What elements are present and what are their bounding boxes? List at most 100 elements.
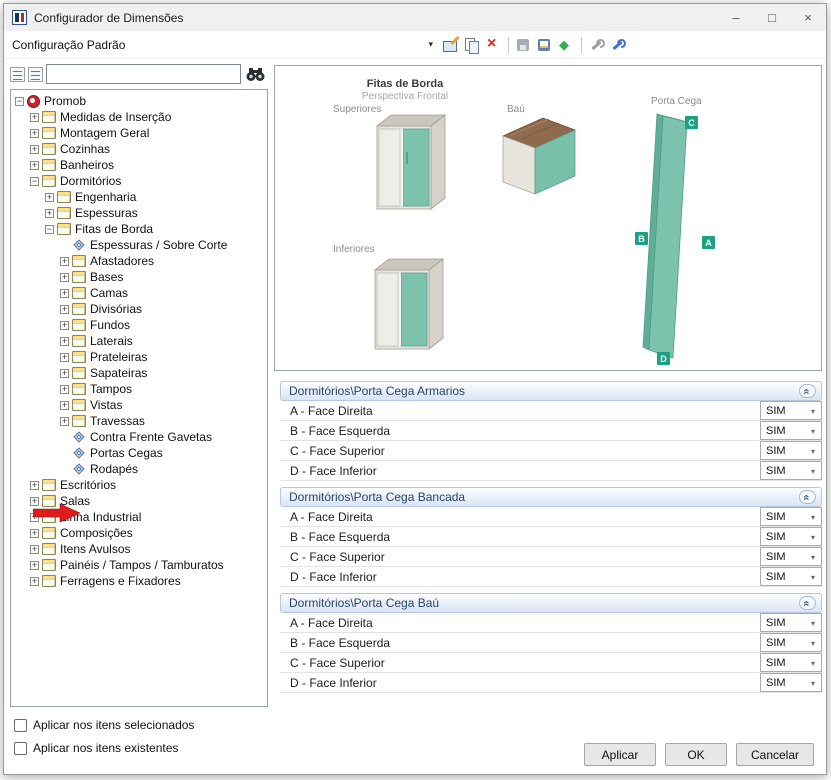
tree-item-montagem-geral[interactable]: +Montagem Geral: [11, 125, 267, 141]
tree-item-fitas-de-borda[interactable]: −Fitas de Borda: [11, 221, 267, 237]
expand-node-icon[interactable]: +: [60, 401, 69, 410]
expand-node-icon[interactable]: +: [30, 561, 39, 570]
delete-config-icon[interactable]: [484, 37, 502, 53]
value-dropdown[interactable]: SIM: [760, 441, 822, 460]
search-button[interactable]: [244, 64, 268, 84]
tree-item-afastadores[interactable]: +Afastadores: [11, 253, 267, 269]
dropdown-arrow-icon[interactable]: [808, 465, 818, 477]
expand-node-icon[interactable]: +: [30, 513, 39, 522]
dropdown-arrow-icon[interactable]: [808, 511, 818, 523]
collapse-section-icon[interactable]: [799, 596, 816, 610]
expand-node-icon[interactable]: +: [30, 481, 39, 490]
value-dropdown[interactable]: SIM: [760, 421, 822, 440]
value-dropdown[interactable]: SIM: [760, 507, 822, 526]
tree-item-camas[interactable]: +Camas: [11, 285, 267, 301]
expand-node-icon[interactable]: +: [60, 369, 69, 378]
collapse-tree-icon[interactable]: [28, 67, 43, 82]
tool-blue-icon[interactable]: [609, 37, 627, 53]
tree-item-paineis-tampos-tamburatos[interactable]: +Painéis / Tampos / Tamburatos: [11, 557, 267, 573]
tree-item-travessas[interactable]: +Travessas: [11, 413, 267, 429]
save-icon[interactable]: [515, 37, 533, 53]
tree-item-contra-frente-gavetas[interactable]: Contra Frente Gavetas: [11, 429, 267, 445]
tree-item-composicoes[interactable]: +Composições: [11, 525, 267, 541]
value-dropdown[interactable]: SIM: [760, 633, 822, 652]
ok-button[interactable]: OK: [665, 743, 727, 766]
search-input[interactable]: [46, 64, 241, 84]
expand-node-icon[interactable]: +: [30, 545, 39, 554]
expand-node-icon[interactable]: +: [30, 113, 39, 122]
cancel-button[interactable]: Cancelar: [736, 743, 814, 766]
tree-item-espessuras[interactable]: +Espessuras: [11, 205, 267, 221]
tree-item-banheiros[interactable]: +Banheiros: [11, 157, 267, 173]
value-dropdown[interactable]: SIM: [760, 527, 822, 546]
tree-item-cozinhas[interactable]: +Cozinhas: [11, 141, 267, 157]
expand-node-icon[interactable]: +: [30, 129, 39, 138]
expand-node-icon[interactable]: +: [60, 273, 69, 282]
collapse-node-icon[interactable]: −: [15, 97, 24, 106]
tree-item-ferragens-e-fixadores[interactable]: +Ferragens e Fixadores: [11, 573, 267, 589]
dropdown-arrow-icon[interactable]: [808, 551, 818, 563]
collapse-node-icon[interactable]: −: [30, 177, 39, 186]
expand-node-icon[interactable]: +: [60, 321, 69, 330]
expand-node-icon[interactable]: +: [30, 161, 39, 170]
minimize-button[interactable]: –: [718, 4, 754, 31]
expand-node-icon[interactable]: +: [30, 529, 39, 538]
combo-dropdown-icon[interactable]: ▾: [428, 39, 436, 50]
value-dropdown[interactable]: SIM: [760, 613, 822, 632]
tree-item-sapateiras[interactable]: +Sapateiras: [11, 365, 267, 381]
tree-item-divisorias[interactable]: +Divisórias: [11, 301, 267, 317]
dropdown-arrow-icon[interactable]: [808, 677, 818, 689]
dropdown-arrow-icon[interactable]: [808, 571, 818, 583]
tree-item-engenharia[interactable]: +Engenharia: [11, 189, 267, 205]
dropdown-arrow-icon[interactable]: [808, 405, 818, 417]
tree-item-espessuras-sobre-corte[interactable]: Espessuras / Sobre Corte: [11, 237, 267, 253]
expand-node-icon[interactable]: +: [60, 305, 69, 314]
expand-node-icon[interactable]: +: [30, 145, 39, 154]
tree-item-rodapes[interactable]: Rodapés: [11, 461, 267, 477]
tree-item-prateleiras[interactable]: +Prateleiras: [11, 349, 267, 365]
tree-item-tampos[interactable]: +Tampos: [11, 381, 267, 397]
expand-node-icon[interactable]: +: [60, 353, 69, 362]
tree-item-itens-avulsos[interactable]: +Itens Avulsos: [11, 541, 267, 557]
close-button[interactable]: ×: [790, 4, 826, 31]
value-dropdown[interactable]: SIM: [760, 461, 822, 480]
copy-config-icon[interactable]: [463, 37, 481, 53]
tree-item-promob[interactable]: −Promob: [11, 93, 267, 109]
tree-item-salas[interactable]: +Salas: [11, 493, 267, 509]
section-header[interactable]: Dormitórios\Porta Cega Bancada: [280, 487, 822, 507]
dropdown-arrow-icon[interactable]: [808, 531, 818, 543]
sync-tree-icon[interactable]: [10, 67, 25, 82]
dropdown-arrow-icon[interactable]: [808, 425, 818, 437]
expand-node-icon[interactable]: +: [60, 337, 69, 346]
tool-gray-icon[interactable]: [588, 37, 606, 53]
expand-node-icon[interactable]: +: [60, 385, 69, 394]
checkbox-aplicar-nos-itens-selecionados[interactable]: Aplicar nos itens selecionados: [14, 718, 194, 732]
expand-node-icon[interactable]: +: [45, 193, 54, 202]
expand-node-icon[interactable]: +: [60, 289, 69, 298]
section-header[interactable]: Dormitórios\Porta Cega Armarios: [280, 381, 822, 401]
edit-config-icon[interactable]: [442, 37, 460, 53]
value-dropdown[interactable]: SIM: [760, 653, 822, 672]
export-green-icon[interactable]: [557, 37, 575, 53]
dropdown-arrow-icon[interactable]: [808, 445, 818, 457]
tree-item-portas-cegas[interactable]: Portas Cegas: [11, 445, 267, 461]
tree-item-laterais[interactable]: +Laterais: [11, 333, 267, 349]
tree-item-escritorios[interactable]: +Escritórios: [11, 477, 267, 493]
apply-button[interactable]: Aplicar: [584, 743, 656, 766]
expand-node-icon[interactable]: +: [60, 257, 69, 266]
tree-item-linha-industrial[interactable]: +Linha Industrial: [11, 509, 267, 525]
dropdown-arrow-icon[interactable]: [808, 637, 818, 649]
value-dropdown[interactable]: SIM: [760, 673, 822, 692]
collapse-node-icon[interactable]: −: [45, 225, 54, 234]
dropdown-arrow-icon[interactable]: [808, 657, 818, 669]
tree-item-bases[interactable]: +Bases: [11, 269, 267, 285]
collapse-section-icon[interactable]: [799, 490, 816, 504]
value-dropdown[interactable]: SIM: [760, 401, 822, 420]
expand-node-icon[interactable]: +: [45, 209, 54, 218]
value-dropdown[interactable]: SIM: [760, 567, 822, 586]
collapse-section-icon[interactable]: [799, 384, 816, 398]
checkbox-box[interactable]: [14, 719, 27, 732]
tree-item-medidas-de-insercao[interactable]: +Medidas de Inserção: [11, 109, 267, 125]
expand-node-icon[interactable]: +: [30, 497, 39, 506]
tree-item-fundos[interactable]: +Fundos: [11, 317, 267, 333]
